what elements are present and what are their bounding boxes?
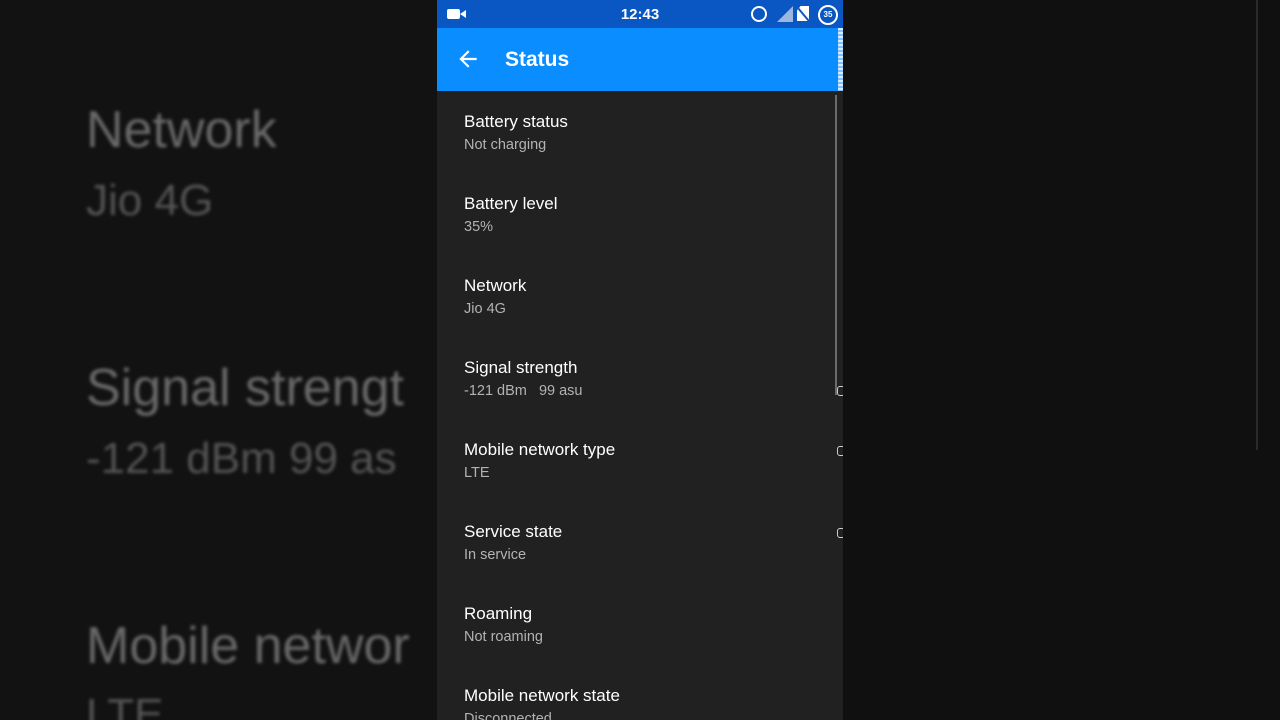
list-item-battery-status[interactable]: Battery status Not charging bbox=[437, 91, 835, 173]
list-item-battery-level[interactable]: Battery level 35% bbox=[437, 173, 835, 255]
item-label: Signal strength bbox=[464, 358, 578, 377]
bg-signal-value: -121 dBm 99 as bbox=[86, 434, 397, 483]
alarm-icon bbox=[751, 6, 767, 22]
item-label: Battery level bbox=[464, 194, 558, 213]
list-item-network[interactable]: Network Jio 4G bbox=[437, 255, 835, 337]
app-bar: Status bbox=[437, 28, 843, 91]
status-list[interactable]: Battery status Not charging Battery leve… bbox=[437, 91, 843, 720]
list-item-service-state[interactable]: Service state In service bbox=[437, 501, 835, 583]
item-label: Mobile network type bbox=[464, 440, 616, 459]
bg-network-value: Jio 4G bbox=[86, 176, 214, 225]
bg-mobile-network-value: LTE bbox=[86, 690, 164, 720]
edge-artifact bbox=[837, 528, 843, 538]
blurred-background-left: Network Jio 4G Signal strengt -121 dBm 9… bbox=[0, 0, 437, 720]
page-title: Status bbox=[505, 48, 570, 71]
phone-screen: 12:43 35 Status Battery status Not charg… bbox=[437, 0, 843, 720]
bg-network-title: Network bbox=[86, 101, 277, 159]
app-bar-edge bbox=[838, 28, 843, 91]
bg-mobile-network-title: Mobile networ bbox=[86, 617, 410, 675]
item-label: Service state bbox=[464, 522, 563, 541]
item-value: In service bbox=[464, 547, 527, 563]
signal-icon bbox=[777, 6, 793, 22]
back-arrow-icon[interactable] bbox=[455, 46, 481, 72]
list-item-mobile-network-type[interactable]: Mobile network type LTE bbox=[437, 419, 835, 501]
item-label: Network bbox=[464, 276, 527, 295]
item-value: 35% bbox=[464, 219, 494, 235]
battery-icon: 35 bbox=[818, 5, 838, 25]
item-label: Roaming bbox=[464, 604, 533, 623]
list-item-roaming[interactable]: Roaming Not roaming bbox=[437, 583, 835, 665]
item-value: LTE bbox=[464, 465, 490, 481]
bg-signal-title: Signal strengt bbox=[86, 359, 404, 417]
edge-artifact bbox=[837, 446, 843, 456]
item-value: Not charging bbox=[464, 137, 547, 153]
bg-scrollbar-blur bbox=[1256, 0, 1258, 450]
blurred-background-right bbox=[843, 0, 1280, 720]
list-item-mobile-network-state[interactable]: Mobile network state Disconnected bbox=[437, 665, 835, 720]
item-value: Disconnected bbox=[464, 711, 552, 720]
item-value: -121 dBm 99 asu bbox=[464, 383, 583, 399]
item-value: Not roaming bbox=[464, 629, 543, 645]
item-label: Battery status bbox=[464, 112, 568, 131]
list-item-signal-strength[interactable]: Signal strength -121 dBm 99 asu bbox=[437, 337, 835, 419]
edge-artifact bbox=[837, 386, 843, 396]
item-label: Mobile network state bbox=[464, 686, 620, 705]
scrollbar[interactable] bbox=[835, 95, 837, 395]
status-bar: 12:43 35 bbox=[437, 0, 843, 28]
item-value: Jio 4G bbox=[464, 301, 506, 317]
